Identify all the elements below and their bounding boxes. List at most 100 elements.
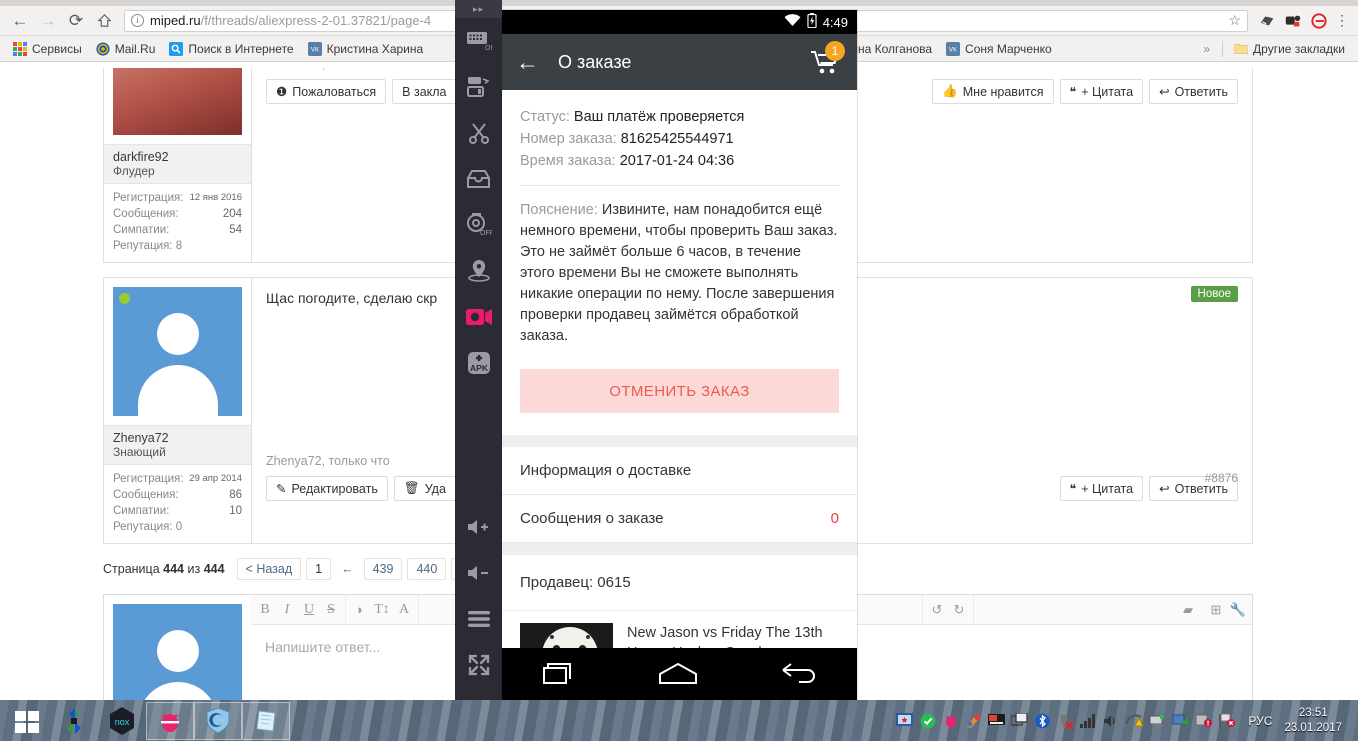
- pagination-page[interactable]: 439: [363, 558, 403, 580]
- windows-copy-icon[interactable]: [1010, 711, 1029, 730]
- stat-key: Регистрация:: [113, 473, 184, 485]
- update-icon[interactable]: [1171, 711, 1190, 730]
- extension-icon-3[interactable]: [1306, 8, 1332, 34]
- add-apk-icon[interactable]: APK: [455, 340, 502, 386]
- post-number[interactable]: #8876: [1205, 471, 1238, 485]
- menu-icon[interactable]: [455, 596, 502, 642]
- volume-down-icon[interactable]: [455, 550, 502, 596]
- taskbar-item-bug[interactable]: [146, 701, 194, 740]
- apps-grid-icon: [13, 41, 27, 56]
- order-messages-count: 0: [830, 510, 839, 527]
- bookmark-button[interactable]: В заклa: [392, 79, 457, 104]
- avatar-wrap[interactable]: [104, 68, 251, 144]
- extension-icon-2[interactable]: [1280, 8, 1306, 34]
- extension-icon-1[interactable]: [1254, 8, 1280, 34]
- svg-text:APK: APK: [470, 363, 489, 373]
- reload-icon[interactable]: ⟳: [62, 7, 90, 35]
- bookmarks-overflow-icon[interactable]: »: [1195, 42, 1218, 56]
- eraser-icon[interactable]: ▰: [1177, 599, 1199, 621]
- taskbar-item-sync[interactable]: [50, 702, 98, 740]
- volume-icon[interactable]: [1102, 711, 1121, 730]
- windows-start-icon[interactable]: [4, 702, 50, 740]
- back-arrow-icon[interactable]: ←: [516, 49, 546, 76]
- paint-icon[interactable]: [964, 711, 983, 730]
- taskbar-item-shield[interactable]: [194, 701, 242, 740]
- forward-arrow-icon[interactable]: →: [34, 7, 62, 35]
- avatar-wrap[interactable]: [104, 278, 251, 425]
- scissors-icon[interactable]: [455, 110, 502, 156]
- quote-button[interactable]: ❝ + Цитата: [1059, 476, 1144, 501]
- inbox-icon[interactable]: [455, 156, 502, 202]
- camera-off-icon[interactable]: OFF: [455, 202, 502, 248]
- underline-button[interactable]: U: [298, 599, 320, 621]
- bookmark-item[interactable]: Сервисы: [6, 38, 89, 60]
- volume-up-icon[interactable]: [455, 504, 502, 550]
- taskbar-item-nox[interactable]: nox: [98, 702, 146, 740]
- wrench-icon[interactable]: 🔧: [1227, 599, 1249, 621]
- taskbar-item-notepad[interactable]: [242, 701, 290, 740]
- droplet-icon[interactable]: ◗: [349, 599, 371, 621]
- bookmark-item[interactable]: VK Соня Марченко: [939, 38, 1059, 60]
- table-icon[interactable]: ⊞: [1205, 599, 1227, 621]
- check-green-icon[interactable]: [918, 711, 937, 730]
- back-icon[interactable]: [777, 660, 819, 693]
- quote-button[interactable]: ❝ + Цитата: [1059, 79, 1144, 104]
- seller-row[interactable]: Продавец: 0615: [502, 555, 857, 611]
- shopping-cart-icon[interactable]: 1: [807, 41, 845, 80]
- page-info-icon[interactable]: i: [131, 14, 144, 27]
- italic-button[interactable]: I: [276, 599, 298, 621]
- font-size-icon[interactable]: T↕: [371, 599, 393, 621]
- post-username[interactable]: Zhenya72: [113, 431, 242, 445]
- delete-button[interactable]: 🗑 Уда: [393, 476, 456, 501]
- pagination-prev[interactable]: < Назад: [236, 558, 302, 580]
- home-icon[interactable]: [656, 660, 700, 693]
- network-warning-icon[interactable]: [1125, 711, 1144, 730]
- keyboard-off-icon[interactable]: OFF: [455, 18, 502, 64]
- like-button[interactable]: 👍 Мне нравится: [932, 79, 1054, 104]
- home-icon[interactable]: [90, 7, 118, 35]
- pagination-page-1[interactable]: 1: [306, 558, 332, 580]
- redo-icon[interactable]: ↻: [948, 599, 970, 621]
- battery-alert-icon[interactable]: [1194, 711, 1213, 730]
- report-button[interactable]: ❶ Пожаловаться: [266, 79, 387, 104]
- location-pin-icon[interactable]: [455, 248, 502, 294]
- rotate-screen-icon[interactable]: [455, 64, 502, 110]
- fullscreen-icon[interactable]: [455, 642, 502, 688]
- usb-error-icon[interactable]: [1056, 711, 1075, 730]
- bluetooth-icon[interactable]: [1033, 711, 1052, 730]
- display-icon[interactable]: [987, 711, 1006, 730]
- undo-icon[interactable]: ↺: [926, 599, 948, 621]
- cancel-order-button[interactable]: ОТМЕНИТЬ ЗАКАЗ: [520, 369, 839, 413]
- bookmark-star-icon[interactable]: ☆: [1228, 12, 1241, 29]
- bookmark-label: Соня Марченко: [965, 41, 1052, 56]
- strikethrough-button[interactable]: S: [320, 599, 342, 621]
- bold-button[interactable]: B: [254, 599, 276, 621]
- network-icon[interactable]: [1148, 711, 1167, 730]
- flag-error-icon[interactable]: [1217, 711, 1236, 730]
- avatar[interactable]: [113, 68, 242, 135]
- font-family-icon[interactable]: A: [393, 599, 415, 621]
- bookmark-item[interactable]: Mail.Ru: [89, 38, 163, 60]
- avatar[interactable]: [113, 287, 242, 416]
- chrome-menu-icon[interactable]: ⋮: [1332, 12, 1352, 29]
- back-arrow-icon[interactable]: ←: [6, 7, 34, 35]
- bug-red-icon[interactable]: [941, 711, 960, 730]
- monitor-icon[interactable]: [895, 711, 914, 730]
- collapse-arrows-icon[interactable]: ▸▸: [455, 0, 502, 18]
- editor-tools-style: ◗ T↕ A: [346, 594, 419, 625]
- other-bookmarks-folder[interactable]: Другие закладки: [1227, 38, 1352, 60]
- video-record-icon[interactable]: [455, 294, 502, 340]
- bookmark-item[interactable]: Поиск в Интернете: [162, 38, 300, 60]
- shipping-info-row[interactable]: Информация о доставке: [502, 447, 857, 495]
- recents-icon[interactable]: [540, 660, 580, 693]
- order-messages-row[interactable]: Сообщения о заказе 0: [502, 495, 857, 543]
- pagination-page[interactable]: 440: [407, 558, 447, 580]
- taskbar-clock[interactable]: 23:51 23.01.2017: [1284, 706, 1348, 736]
- post-username[interactable]: darkfire92: [113, 150, 242, 164]
- post-user-meta: Zhenya72 Знающий: [104, 425, 251, 465]
- signal-bars-icon[interactable]: [1079, 711, 1098, 730]
- bookmark-item[interactable]: VK Кристина Харина: [301, 38, 431, 60]
- edit-button[interactable]: ✎ Редактировать: [266, 476, 388, 501]
- language-indicator[interactable]: РУС: [1240, 714, 1280, 728]
- reply-button[interactable]: ↩ Ответить: [1149, 79, 1238, 104]
